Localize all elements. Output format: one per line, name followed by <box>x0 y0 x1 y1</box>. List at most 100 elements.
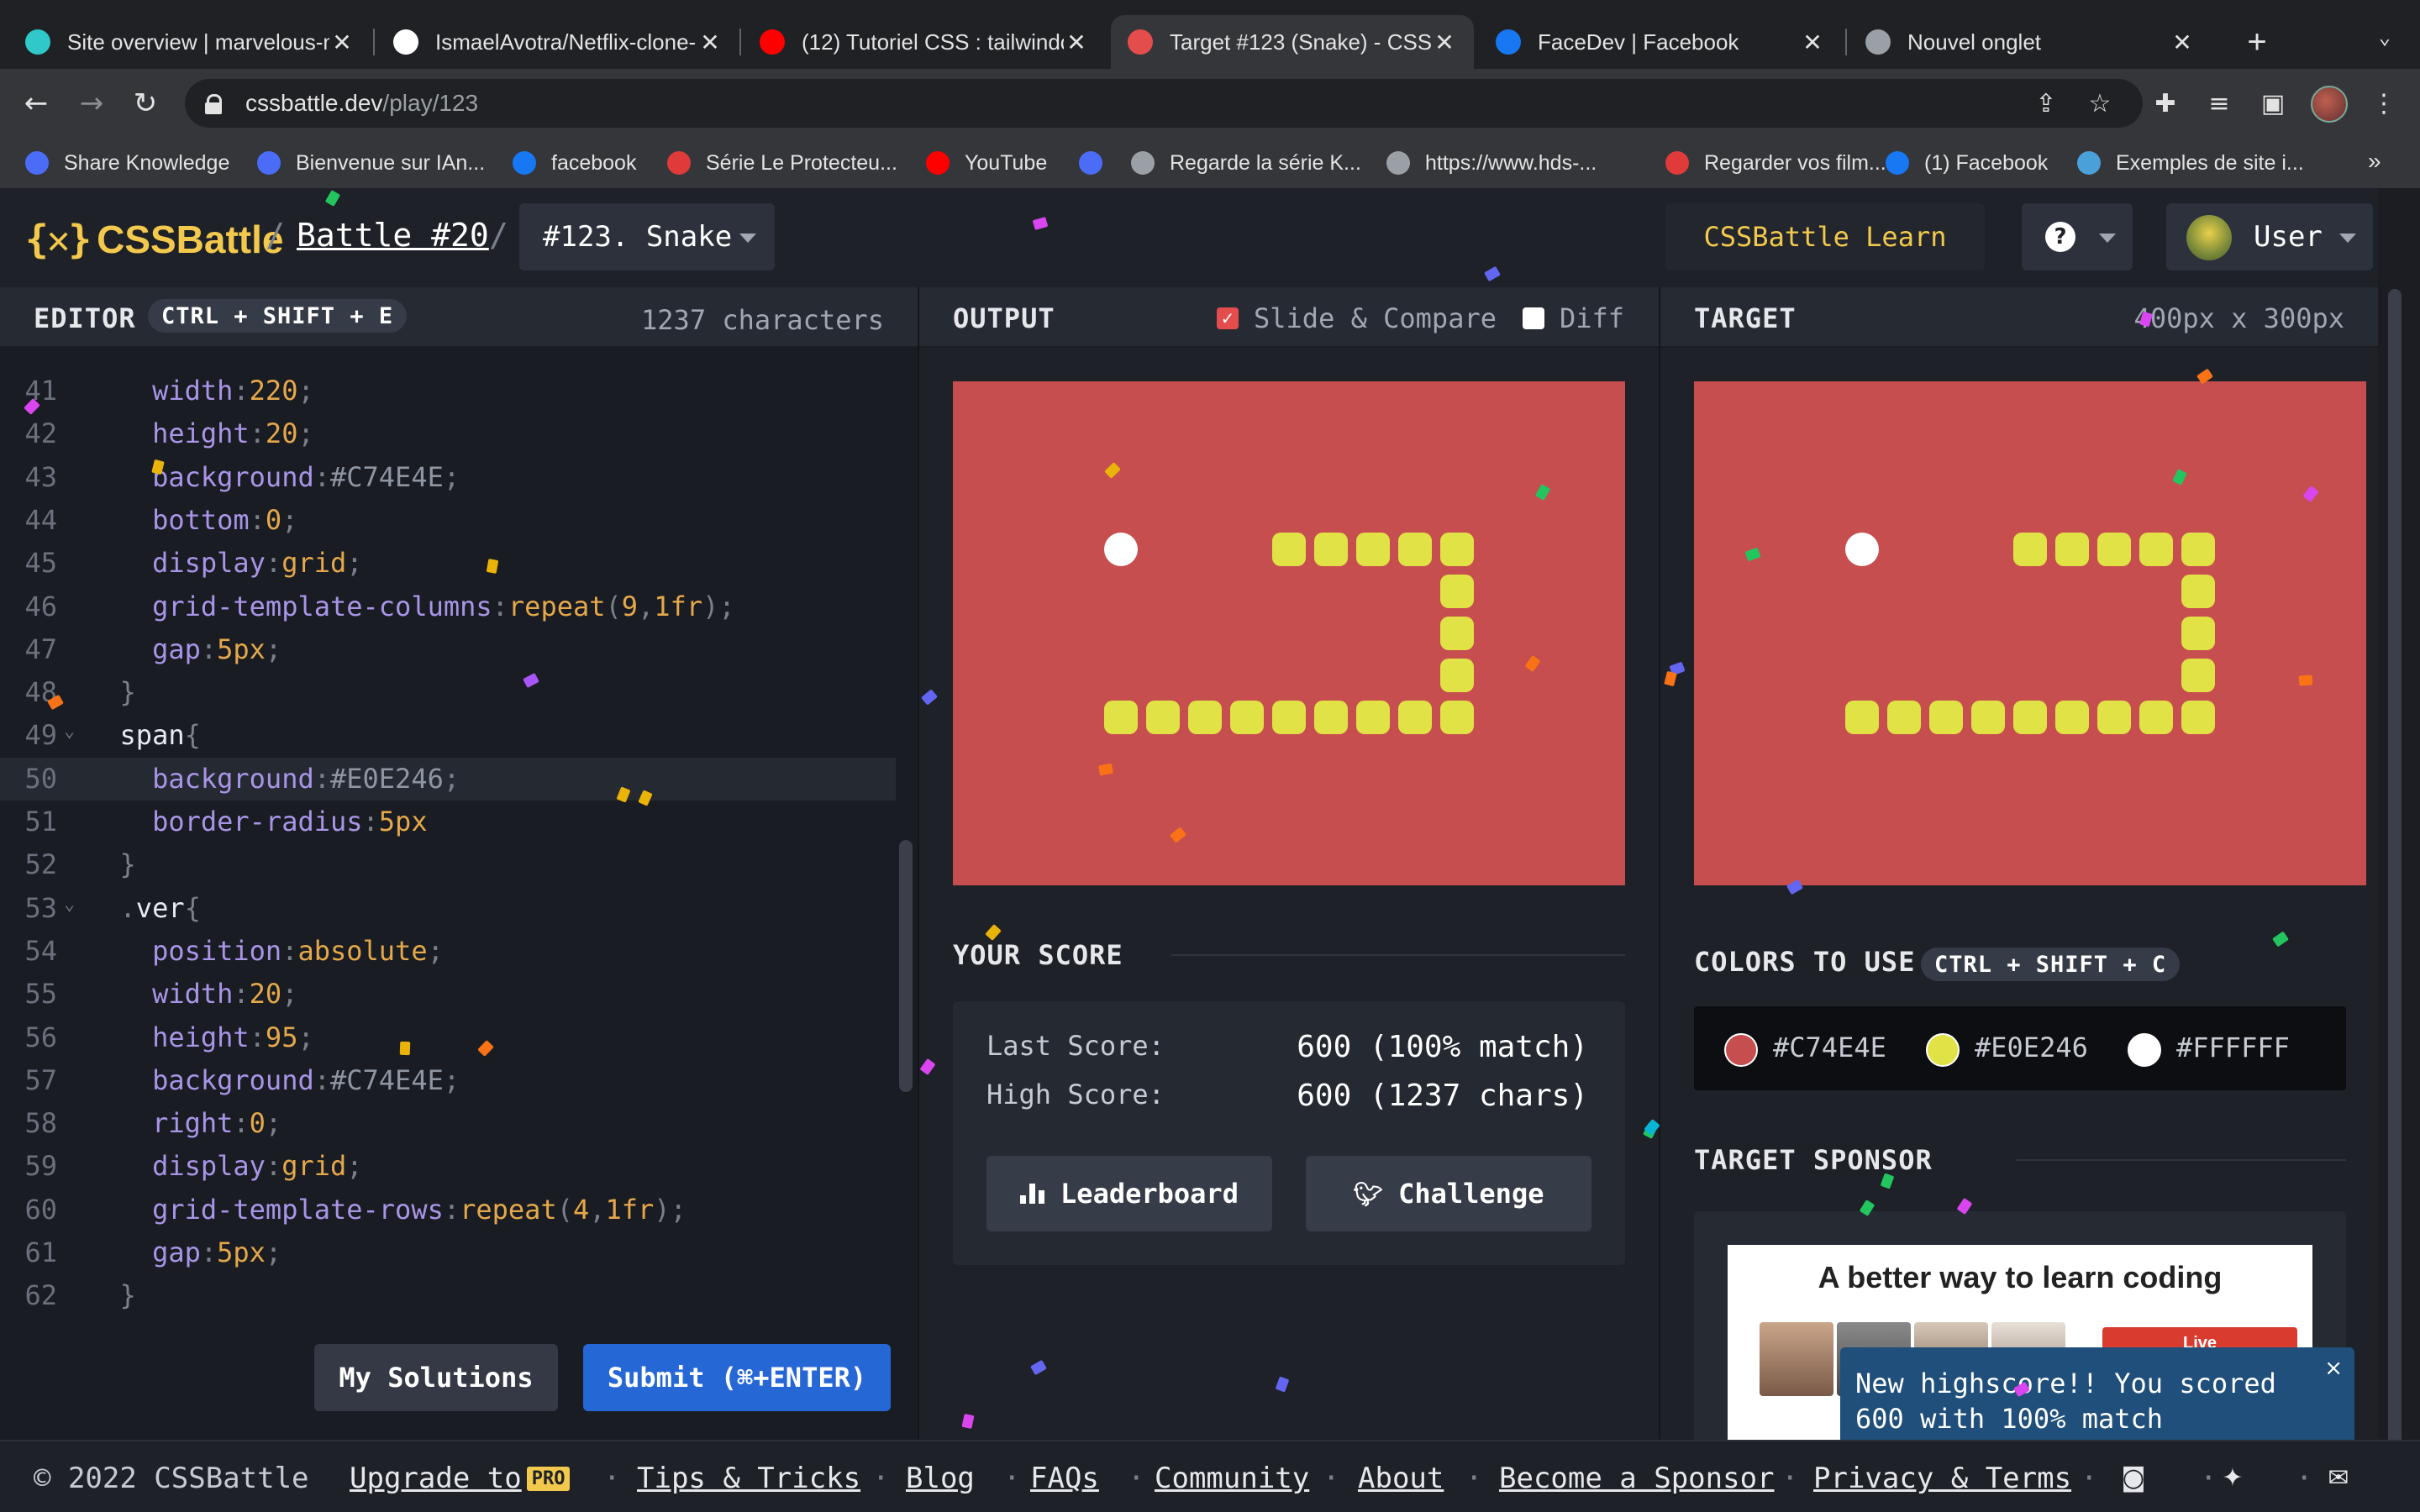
new-tab-button[interactable]: + <box>2233 18 2281 66</box>
page-scrollbar-thumb[interactable] <box>2388 289 2402 1448</box>
slide-compare-label[interactable]: Slide & Compare <box>1254 302 1497 334</box>
code-line[interactable]: 47 gap:5px; <box>0 628 896 671</box>
bookmark-item[interactable]: (1) Facebook <box>1886 148 2048 178</box>
footer-link-sponsor[interactable]: Become a Sponsor <box>1499 1462 1775 1495</box>
code-line[interactable]: 49 ⌄ span{ <box>0 714 896 757</box>
page-scrollbar[interactable] <box>2378 188 2420 1462</box>
code-line[interactable]: 52 } <box>0 843 896 886</box>
bookmark-item[interactable]: Regarder vos film... <box>1665 148 1886 178</box>
code-line[interactable]: 41 width:220; <box>0 370 896 412</box>
code-line[interactable]: 50 background:#E0E246; <box>0 757 896 801</box>
bookmark-item[interactable]: Exemples de site i... <box>2077 148 2304 178</box>
forward-arrow-icon[interactable]: → <box>69 81 114 126</box>
close-icon[interactable]: ✕ <box>2170 29 2195 56</box>
reload-icon[interactable]: ↻ <box>123 81 168 126</box>
bookmark-item[interactable]: Regarde la série K... <box>1131 148 1361 178</box>
close-icon[interactable]: ✕ <box>697 29 723 56</box>
user-menu-button[interactable]: User <box>2166 203 2373 270</box>
challenge-button[interactable]: 🐦︎ Challenge <box>1306 1156 1591 1231</box>
color-hex-label[interactable]: #FFFFFF <box>2176 1032 2290 1063</box>
tab-search-chevron-icon[interactable]: ⌄ <box>2368 25 2402 59</box>
code-line[interactable]: 61 gap:5px; <box>0 1231 896 1274</box>
footer-link-privacy[interactable]: Privacy & Terms <box>1813 1462 2071 1495</box>
fold-chevron-icon[interactable]: ⌄ <box>64 894 75 915</box>
bookmark-item[interactable]: Série Le Protecteu... <box>667 148 897 178</box>
code-line[interactable]: 59 display:grid; <box>0 1145 896 1188</box>
footer-link-about[interactable]: About <box>1358 1462 1444 1495</box>
browser-tab[interactable]: Target #123 (Snake) - CSSB ✕ <box>1111 15 1474 69</box>
editor-header: EDITOR CTRL + SHIFT + E 1237 characters <box>0 287 918 348</box>
code-line[interactable]: 56 height:95; <box>0 1016 896 1059</box>
breadcrumb-battle-link[interactable]: Battle #20 <box>297 217 489 254</box>
footer-link-faqs[interactable]: FAQs <box>1030 1462 1099 1495</box>
code-line[interactable]: 42 height:20; <box>0 412 896 455</box>
bookmark-item[interactable]: facebook <box>513 148 636 178</box>
code-line[interactable]: 53 ⌄ .ver{ <box>0 887 896 930</box>
my-solutions-button[interactable]: My Solutions <box>314 1344 558 1411</box>
browser-menu-icon[interactable]: ⋮ <box>2363 82 2405 124</box>
profile-avatar[interactable] <box>2311 86 2348 123</box>
bookmark-item[interactable]: https://www.hds-... <box>1386 148 1597 178</box>
close-icon[interactable]: ✕ <box>1064 29 1089 56</box>
code-line[interactable]: 45 display:grid; <box>0 542 896 585</box>
upgrade-to-pro-link[interactable]: Upgrade to PRO <box>350 1462 571 1495</box>
code-line[interactable]: 54 position:absolute; <box>0 930 896 973</box>
mail-icon[interactable]: ✉ <box>2324 1463 2353 1493</box>
browser-tab[interactable]: Site overview | marvelous-m ✕ <box>8 15 371 69</box>
bookmark-item[interactable]: Share Knowledge <box>25 148 229 178</box>
color-swatch[interactable] <box>1724 1033 1758 1067</box>
browser-tab[interactable]: Nouvel onglet ✕ <box>1849 15 2212 69</box>
bookmark-item[interactable] <box>1079 148 1118 178</box>
cssbattle-learn-button[interactable]: CSSBattle Learn <box>1665 203 1985 270</box>
code-line[interactable]: 62 } <box>0 1274 896 1317</box>
bookmarks-overflow-icon[interactable]: » <box>2368 148 2381 175</box>
fold-chevron-icon[interactable]: ⌄ <box>64 721 75 742</box>
footer-link-community[interactable]: Community <box>1155 1462 1309 1495</box>
extensions-puzzle-icon[interactable]: ✚ <box>2144 82 2186 124</box>
code-line[interactable]: 46 grid-template-columns:repeat(9,1fr); <box>0 585 896 628</box>
code-line[interactable]: 57 background:#C74E4E; <box>0 1059 896 1102</box>
close-icon[interactable]: ✕ <box>329 29 355 56</box>
share-icon[interactable]: ⇪ <box>2025 82 2067 124</box>
diff-checkbox[interactable] <box>1523 307 1544 329</box>
close-icon[interactable]: × <box>2324 1356 2343 1381</box>
media-control-icon[interactable]: ≡ <box>2198 82 2240 124</box>
slide-compare-checkbox[interactable]: ✓ <box>1217 307 1239 329</box>
back-arrow-icon[interactable]: ← <box>13 81 59 126</box>
code-line[interactable]: 51 border-radius:5px <box>0 801 896 843</box>
color-swatch[interactable] <box>2128 1033 2161 1067</box>
code-line[interactable]: 60 grid-template-rows:repeat(4,1fr); <box>0 1189 896 1231</box>
code-line[interactable]: 43 background:#C74E4E; <box>0 456 896 499</box>
target-selector-dropdown[interactable]: #123. Snake <box>519 203 775 270</box>
browser-tab[interactable]: IsmaelAvotra/Netflix-clone- ✕ <box>376 15 739 69</box>
discord-icon[interactable]: ◙ <box>2119 1463 2148 1493</box>
color-hex-label[interactable]: #C74E4E <box>1773 1032 1886 1063</box>
editor-scrollbar-thumb[interactable] <box>899 840 913 1092</box>
submit-button[interactable]: Submit (⌘+ENTER) <box>583 1344 891 1411</box>
close-icon[interactable]: ✕ <box>1800 29 1825 56</box>
footer-link-tips[interactable]: Tips & Tricks <box>637 1462 860 1495</box>
bookmark-star-icon[interactable]: ☆ <box>2079 82 2121 124</box>
code-line[interactable]: 55 width:20; <box>0 973 896 1016</box>
output-preview[interactable] <box>953 381 1625 885</box>
footer-link-blog[interactable]: Blog <box>906 1462 975 1495</box>
browser-tab[interactable]: FaceDev | Facebook ✕ <box>1479 15 1842 69</box>
code-line[interactable]: 44 bottom:0; <box>0 499 896 542</box>
bookmark-item[interactable]: Bienvenue sur IAn... <box>257 148 485 178</box>
code-line[interactable]: 48 } <box>0 671 896 714</box>
close-icon[interactable]: ✕ <box>1432 29 1457 56</box>
target-preview[interactable] <box>1694 381 2366 885</box>
browser-tab[interactable]: (12) Tutoriel CSS : tailwindc ✕ <box>743 15 1106 69</box>
cssbattle-logo[interactable]: {✕} CSSBattle <box>25 217 283 262</box>
diff-label[interactable]: Diff <box>1560 302 1624 334</box>
address-bar[interactable]: cssbattle.dev/play/123 <box>185 79 2143 128</box>
doc-icon <box>1079 151 1102 175</box>
bookmark-item[interactable]: YouTube <box>926 148 1047 178</box>
twitter-icon[interactable]: ✦ <box>2218 1463 2247 1493</box>
color-swatch[interactable] <box>1926 1033 1960 1067</box>
color-hex-label[interactable]: #E0E246 <box>1975 1032 2088 1063</box>
code-line[interactable]: 58 right:0; <box>0 1102 896 1145</box>
help-menu-button[interactable]: ? <box>2022 203 2133 270</box>
side-panel-icon[interactable]: ▣ <box>2252 82 2294 124</box>
leaderboard-button[interactable]: Leaderboard <box>986 1156 1272 1231</box>
